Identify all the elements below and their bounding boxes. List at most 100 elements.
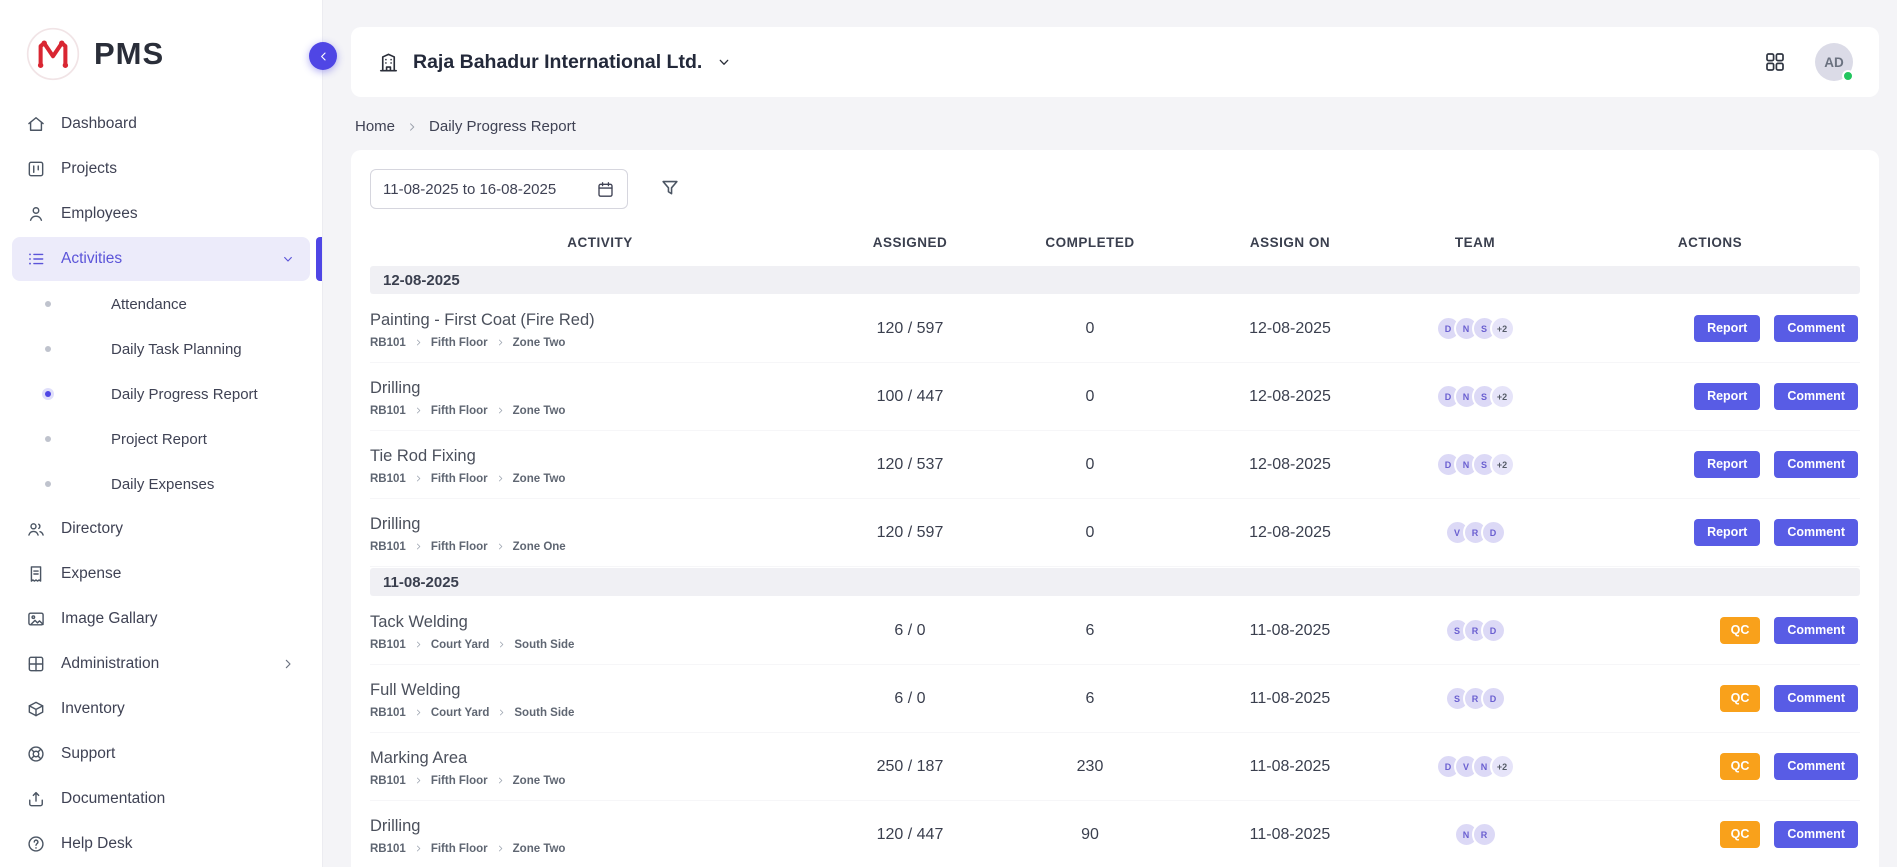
- date-range-input[interactable]: 11-08-2025 to 16-08-2025: [370, 169, 628, 209]
- path-segment: Zone Two: [513, 337, 566, 349]
- path-separator-icon: [413, 541, 424, 552]
- sidebar-item-support[interactable]: Support: [12, 732, 310, 776]
- comment-button[interactable]: Comment: [1774, 617, 1858, 644]
- chevron-right-icon: [280, 656, 296, 672]
- sidebar-item-projects[interactable]: Projects: [12, 147, 310, 191]
- date-range-value: 11-08-2025 to 16-08-2025: [383, 181, 556, 198]
- table-row: Full WeldingRB101Court YardSouth Side6 /…: [370, 665, 1860, 733]
- activity-path: RB101Fifth FloorZone Two: [370, 405, 830, 417]
- sidebar-item-documentation[interactable]: Documentation: [12, 777, 310, 821]
- row-actions: Report Comment: [1560, 519, 1860, 546]
- comment-button[interactable]: Comment: [1774, 753, 1858, 780]
- comment-button[interactable]: Comment: [1774, 383, 1858, 410]
- comment-button[interactable]: Comment: [1774, 685, 1858, 712]
- help-desk-icon: [26, 834, 46, 854]
- assign-on-value: 11-08-2025: [1190, 622, 1390, 640]
- qc-button[interactable]: QC: [1720, 617, 1761, 644]
- bullet-dot: [45, 301, 51, 307]
- comment-button[interactable]: Comment: [1774, 519, 1858, 546]
- content-card: 11-08-2025 to 16-08-2025 ACTIVITYASSIGNE…: [351, 150, 1879, 867]
- sidebar-item-image-gallary[interactable]: Image Gallary: [12, 597, 310, 641]
- company-selector[interactable]: Raja Bahadur International Ltd.: [377, 51, 733, 74]
- image-gallery-icon: [26, 609, 46, 629]
- sidebar-subitem-project-report[interactable]: Project Report: [12, 417, 310, 461]
- apps-grid-button[interactable]: [1763, 50, 1787, 74]
- sidebar-item-help-desk[interactable]: Help Desk: [12, 822, 310, 866]
- table-row: DrillingRB101Fifth FloorZone One120 / 59…: [370, 499, 1860, 567]
- inventory-icon: [26, 699, 46, 719]
- sidebar-item-directory[interactable]: Directory: [12, 507, 310, 551]
- sidebar-subitem-label: Daily Progress Report: [111, 386, 258, 403]
- qc-button[interactable]: QC: [1720, 821, 1761, 848]
- assigned-value: 6 / 0: [830, 690, 990, 708]
- administration-icon: [26, 654, 46, 674]
- team-avatars: DNS+2: [1390, 452, 1560, 477]
- employees-icon: [26, 204, 46, 224]
- sidebar-item-inventory[interactable]: Inventory: [12, 687, 310, 731]
- table-row: Tack WeldingRB101Court YardSouth Side6 /…: [370, 597, 1860, 665]
- support-icon: [26, 744, 46, 764]
- table-row: Painting - First Coat (Fire Red)RB101Fif…: [370, 295, 1860, 363]
- sidebar-nav: DashboardProjectsEmployeesActivitiesAtte…: [0, 102, 322, 866]
- sidebar-subitem-label: Daily Expenses: [111, 476, 214, 493]
- sidebar-item-employees[interactable]: Employees: [12, 192, 310, 236]
- activity-cell: DrillingRB101Fifth FloorZone Two: [370, 815, 830, 855]
- team-extra-badge[interactable]: +2: [1490, 384, 1515, 409]
- path-segment: Zone Two: [513, 405, 566, 417]
- sidebar-subitem-daily-task-planning[interactable]: Daily Task Planning: [12, 327, 310, 371]
- path-separator-icon: [413, 639, 424, 650]
- team-extra-badge[interactable]: +2: [1490, 316, 1515, 341]
- team-avatar[interactable]: D: [1481, 618, 1506, 643]
- grid-icon: [1763, 50, 1787, 74]
- top-header: Raja Bahadur International Ltd. AD: [351, 27, 1879, 97]
- sidebar-collapse-button[interactable]: [309, 42, 337, 70]
- home-icon: [26, 114, 46, 134]
- path-segment: Fifth Floor: [431, 541, 488, 553]
- row-actions: QC Comment: [1560, 821, 1860, 848]
- sidebar-subitem-attendance[interactable]: Attendance: [12, 282, 310, 326]
- sidebar-item-dashboard[interactable]: Dashboard: [12, 102, 310, 146]
- table-row: Marking AreaRB101Fifth FloorZone Two250 …: [370, 733, 1860, 801]
- report-button[interactable]: Report: [1694, 383, 1760, 410]
- assign-on-value: 11-08-2025: [1190, 758, 1390, 776]
- report-button[interactable]: Report: [1694, 315, 1760, 342]
- sidebar-item-activities[interactable]: Activities: [12, 237, 310, 281]
- row-actions: Report Comment: [1560, 383, 1860, 410]
- team-avatar[interactable]: D: [1481, 520, 1506, 545]
- assigned-value: 120 / 597: [830, 320, 990, 338]
- qc-button[interactable]: QC: [1720, 753, 1761, 780]
- path-separator-icon: [413, 843, 424, 854]
- report-button[interactable]: Report: [1694, 451, 1760, 478]
- company-name: Raja Bahadur International Ltd.: [413, 51, 702, 74]
- sidebar-item-administration[interactable]: Administration: [12, 642, 310, 686]
- sidebar-item-expense[interactable]: Expense: [12, 552, 310, 596]
- sidebar-subitem-daily-progress-report[interactable]: Daily Progress Report: [12, 372, 310, 416]
- app-logo[interactable]: PMS: [26, 26, 322, 82]
- team-extra-badge[interactable]: +2: [1490, 754, 1515, 779]
- comment-button[interactable]: Comment: [1774, 315, 1858, 342]
- path-separator-icon: [413, 337, 424, 348]
- qc-button[interactable]: QC: [1720, 685, 1761, 712]
- user-avatar[interactable]: AD: [1815, 43, 1853, 81]
- filter-button[interactable]: [658, 177, 682, 201]
- completed-value: 230: [990, 758, 1190, 776]
- comment-button[interactable]: Comment: [1774, 821, 1858, 848]
- team-avatar[interactable]: R: [1472, 822, 1497, 847]
- path-segment: Fifth Floor: [431, 473, 488, 485]
- bullet-dot: [45, 481, 51, 487]
- chevron-down-icon: [280, 251, 296, 267]
- team-avatar[interactable]: D: [1481, 686, 1506, 711]
- breadcrumb-item-daily-progress-report: Daily Progress Report: [429, 118, 576, 135]
- sidebar-subitem-daily-expenses[interactable]: Daily Expenses: [12, 462, 310, 506]
- assigned-value: 100 / 447: [830, 388, 990, 406]
- path-segment: Court Yard: [431, 707, 490, 719]
- team-extra-badge[interactable]: +2: [1490, 452, 1515, 477]
- path-segment: RB101: [370, 541, 406, 553]
- activity-cell: Full WeldingRB101Court YardSouth Side: [370, 679, 830, 719]
- activity-name: Full Welding: [370, 681, 830, 700]
- bullet-dot: [45, 391, 51, 397]
- breadcrumb-item-home[interactable]: Home: [355, 118, 395, 135]
- comment-button[interactable]: Comment: [1774, 451, 1858, 478]
- report-button[interactable]: Report: [1694, 519, 1760, 546]
- activity-cell: DrillingRB101Fifth FloorZone One: [370, 513, 830, 553]
